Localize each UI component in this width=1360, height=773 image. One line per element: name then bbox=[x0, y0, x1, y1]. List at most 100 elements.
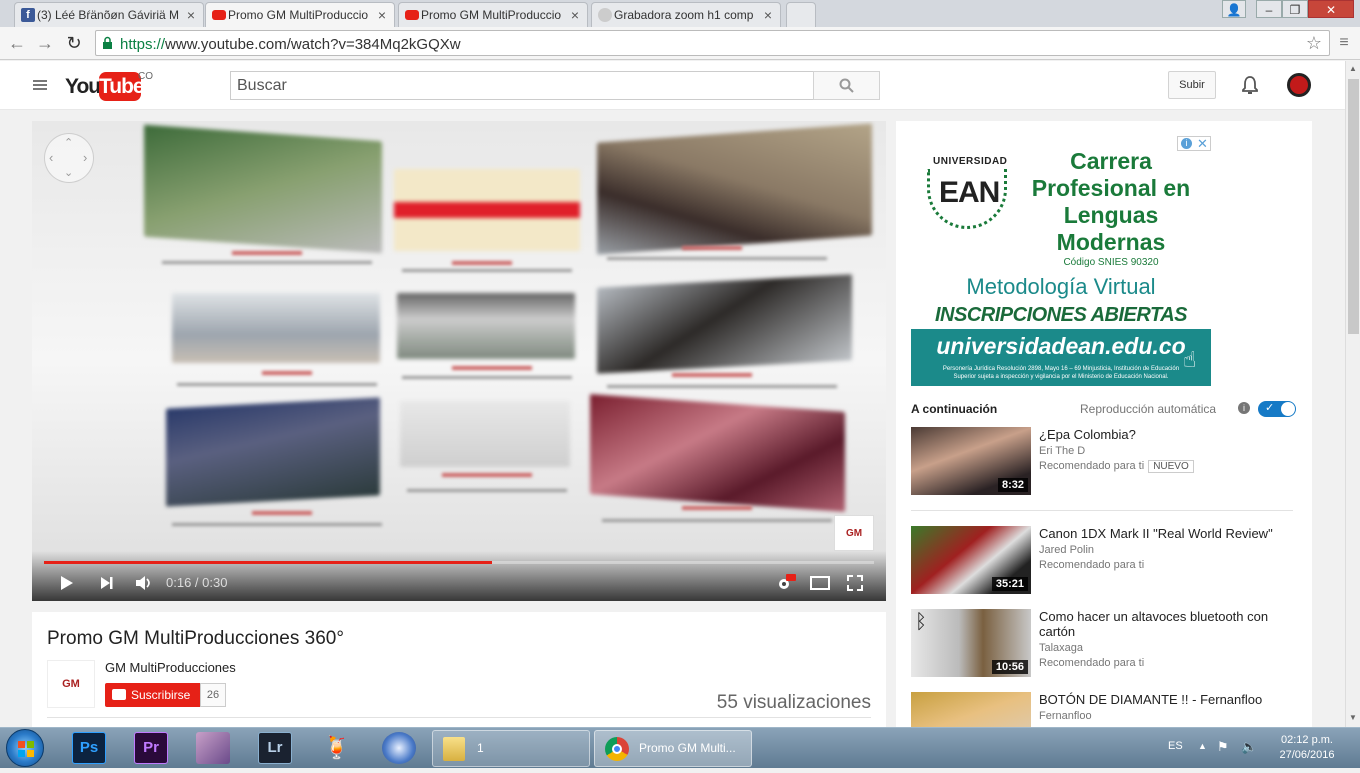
ad-registration: INSCRIPCIONES ABIERTAS bbox=[935, 304, 1188, 326]
collage-image bbox=[397, 293, 575, 359]
list-item[interactable]: ᛒ 10:56 Como hacer un altavoces bluetoot… bbox=[911, 609, 1301, 679]
theater-mode-icon[interactable] bbox=[810, 576, 830, 595]
address-bar[interactable]: https://www.youtube.com/watch?v=384Mq2kG… bbox=[95, 30, 1330, 56]
video-thumbnail[interactable]: 8:32 bbox=[911, 427, 1031, 495]
guide-menu-icon[interactable] bbox=[33, 78, 49, 92]
url-text: https://www.youtube.com/watch?v=384Mq2kG… bbox=[120, 36, 461, 53]
video-thumbnail[interactable] bbox=[911, 692, 1031, 727]
autoplay-label: Reproducción automática bbox=[1080, 402, 1217, 416]
taskbar-chrome-task[interactable]: Promo GM Multi... bbox=[594, 730, 752, 767]
list-item[interactable]: BOTÓN DE DIAMANTE !! - Fernanfloo Fernan… bbox=[911, 692, 1301, 727]
tab-youtube[interactable]: Promo GM MultiProduccio × bbox=[398, 2, 588, 27]
minimize-button[interactable]: – bbox=[1256, 0, 1282, 18]
pineapple-app-icon[interactable]: 🍹 bbox=[320, 732, 354, 764]
autoplay-toggle[interactable]: ✓ bbox=[1258, 401, 1296, 417]
back-icon[interactable]: ← bbox=[5, 31, 29, 55]
new-tab-button[interactable] bbox=[786, 2, 816, 27]
ad-brand-top: UNIVERSIDAD bbox=[933, 156, 1008, 167]
windows-taskbar: Ps Pr Lr 🍹 1 Promo GM Multi... ES ▲ ⚑ 🔈 … bbox=[0, 727, 1360, 768]
winrar-icon[interactable] bbox=[196, 732, 230, 764]
channel-watermark[interactable]: GM bbox=[834, 515, 874, 551]
ad-site-banner[interactable]: universidadean.edu.co Personería Jurídic… bbox=[911, 329, 1211, 386]
list-item[interactable]: 8:32 ¿Epa Colombia? Eri The D Recomendad… bbox=[911, 427, 1301, 497]
play-icon[interactable] bbox=[60, 575, 74, 596]
forward-icon[interactable]: → bbox=[33, 31, 57, 55]
close-icon[interactable]: × bbox=[764, 7, 772, 23]
video-title[interactable]: Canon 1DX Mark II "Real World Review" bbox=[1039, 526, 1289, 541]
tab-grabadora[interactable]: Grabadora zoom h1 comp × bbox=[591, 2, 781, 27]
video-frame[interactable] bbox=[32, 121, 886, 601]
browser-toolbar: ← → ↻ https://www.youtube.com/watch?v=38… bbox=[0, 27, 1360, 60]
close-window-button[interactable]: ✕ bbox=[1308, 0, 1354, 18]
settings-gear-icon[interactable] bbox=[776, 574, 796, 597]
notifications-bell-icon[interactable] bbox=[1241, 75, 1259, 100]
scroll-up-icon[interactable]: ▲ bbox=[1349, 64, 1357, 73]
task-label: 1 bbox=[477, 741, 484, 755]
photoshop-icon[interactable]: Ps bbox=[72, 732, 106, 764]
collage-image bbox=[166, 397, 380, 507]
volume-tray-icon[interactable]: 🔈 bbox=[1241, 739, 1257, 755]
video-thumbnail[interactable]: 35:21 bbox=[911, 526, 1031, 594]
scroll-down-icon[interactable]: ▼ bbox=[1349, 713, 1357, 722]
list-item[interactable]: 35:21 Canon 1DX Mark II "Real World Revi… bbox=[911, 526, 1301, 596]
close-icon[interactable]: × bbox=[187, 7, 195, 23]
maximize-button[interactable]: ❐ bbox=[1282, 0, 1308, 18]
action-center-flag-icon[interactable]: ⚑ bbox=[1217, 739, 1229, 755]
clock[interactable]: 02:12 p.m. 27/06/2016 bbox=[1272, 733, 1342, 763]
media-player-icon[interactable] bbox=[382, 732, 416, 764]
next-icon[interactable] bbox=[100, 576, 114, 595]
youtube-icon bbox=[212, 10, 226, 20]
tab-label: Promo GM MultiProduccio bbox=[421, 8, 562, 22]
language-indicator[interactable]: ES bbox=[1168, 740, 1183, 752]
tab-youtube-active[interactable]: Promo GM MultiProduccio × bbox=[205, 2, 395, 27]
subscribe-button[interactable]: Suscribirse bbox=[105, 683, 200, 707]
page-scrollbar[interactable]: ▲ ▼ bbox=[1345, 61, 1360, 727]
web-icon bbox=[598, 8, 612, 22]
pan-360-control[interactable]: ⌃ ⌄ ‹ › bbox=[44, 133, 94, 183]
user-icon[interactable]: 👤 bbox=[1222, 0, 1246, 18]
channel-avatar[interactable]: GM bbox=[47, 660, 95, 708]
divider bbox=[911, 510, 1293, 511]
upload-button[interactable]: Subir bbox=[1168, 71, 1216, 99]
lightroom-icon[interactable]: Lr bbox=[258, 732, 292, 764]
reload-icon[interactable]: ↻ bbox=[62, 31, 86, 55]
close-icon[interactable]: × bbox=[571, 7, 579, 23]
collage-image bbox=[394, 169, 580, 251]
menu-icon[interactable]: ≡ bbox=[1332, 31, 1356, 55]
sidebar-ad[interactable]: i ✕ UNIVERSIDAD EAN Carrera Profesional e… bbox=[911, 136, 1211, 386]
view-count: 55 visualizaciones bbox=[716, 692, 871, 713]
search-input[interactable]: Buscar bbox=[230, 71, 814, 100]
avatar[interactable] bbox=[1287, 73, 1311, 97]
collage-image bbox=[400, 401, 570, 467]
close-icon[interactable]: × bbox=[378, 7, 386, 23]
tab-facebook[interactable]: f (3) Léé Bŕänõøn Gáviriä M × bbox=[14, 2, 204, 27]
video-title[interactable]: Como hacer un altavoces bluetooth con ca… bbox=[1039, 609, 1289, 639]
video-title[interactable]: BOTÓN DE DIAMANTE !! - Fernanfloo bbox=[1039, 692, 1289, 707]
scroll-thumb[interactable] bbox=[1348, 79, 1359, 334]
channel-name[interactable]: GM MultiProducciones bbox=[105, 660, 236, 675]
duration-badge: 8:32 bbox=[997, 478, 1028, 492]
video-info-panel: Promo GM MultiProducciones 360° GM GM Mu… bbox=[32, 612, 886, 727]
taskbar-folder-task[interactable]: 1 bbox=[432, 730, 590, 767]
video-title[interactable]: ¿Epa Colombia? bbox=[1039, 427, 1289, 442]
progress-bar[interactable] bbox=[44, 561, 874, 564]
divider bbox=[47, 717, 871, 718]
channel-name: Jared Polin bbox=[1039, 544, 1095, 556]
search-icon bbox=[839, 78, 855, 99]
video-player[interactable]: ⌃ ⌄ ‹ › GM 0:16 / 0:30 bbox=[32, 121, 886, 601]
youtube-play-icon bbox=[112, 689, 126, 700]
volume-icon[interactable] bbox=[135, 575, 153, 596]
collage-image bbox=[172, 293, 380, 363]
duration-badge: 35:21 bbox=[991, 577, 1028, 591]
start-button[interactable] bbox=[6, 729, 44, 767]
subscriber-count: 26 bbox=[200, 683, 226, 707]
autoplay-info-icon[interactable]: i bbox=[1238, 402, 1250, 414]
search-button[interactable] bbox=[813, 71, 880, 100]
channel-name: Eri The D bbox=[1039, 445, 1086, 457]
premiere-icon[interactable]: Pr bbox=[134, 732, 168, 764]
channel-name: Talaxaga bbox=[1039, 642, 1084, 654]
video-thumbnail[interactable]: ᛒ 10:56 bbox=[911, 609, 1031, 677]
tray-expand-icon[interactable]: ▲ bbox=[1198, 741, 1207, 751]
fullscreen-icon[interactable] bbox=[847, 575, 863, 596]
bookmark-star-icon[interactable]: ☆ bbox=[1302, 31, 1326, 55]
